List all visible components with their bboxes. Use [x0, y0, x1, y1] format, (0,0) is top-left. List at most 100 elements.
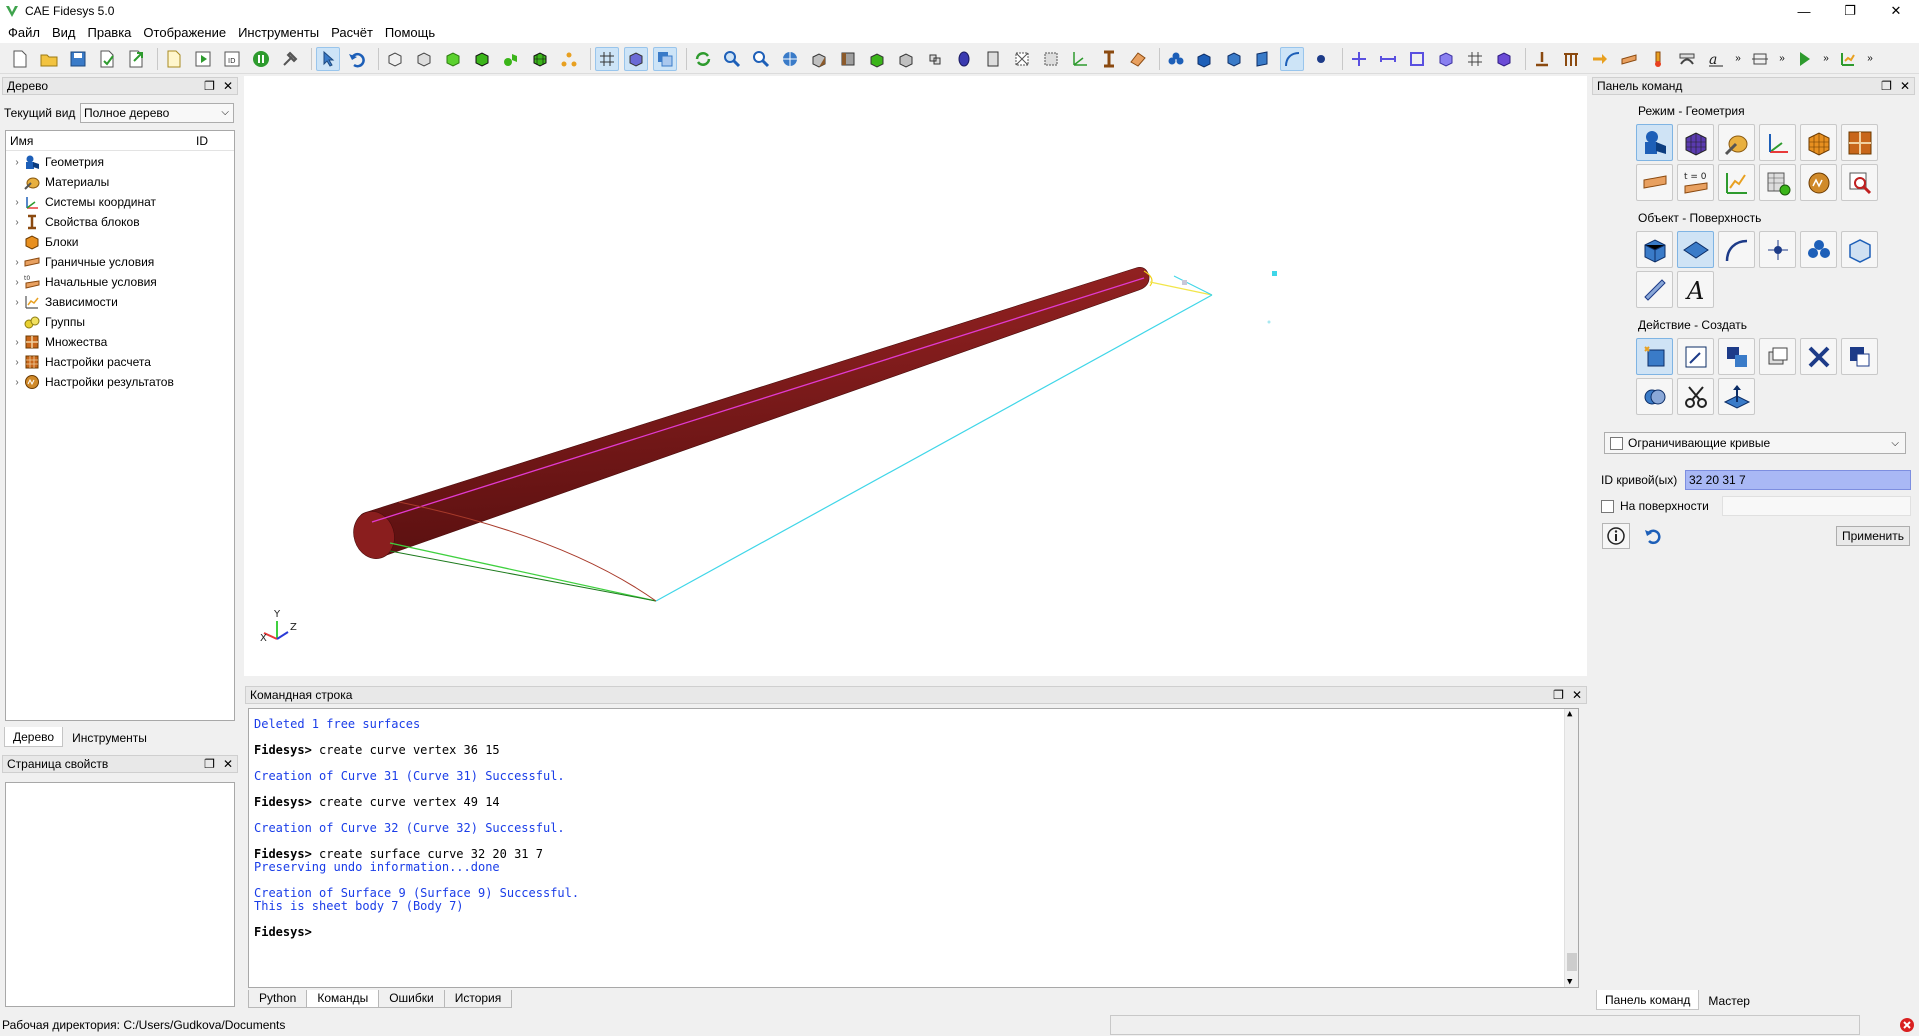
toolbar-overflow-icon[interactable]: »	[1733, 47, 1743, 71]
on-surface-checkbox[interactable]	[1601, 499, 1614, 513]
float-icon[interactable]: ❐	[1881, 79, 1892, 93]
dimension-icon[interactable]	[1748, 47, 1772, 71]
mode-mesh-button[interactable]	[1677, 124, 1714, 161]
object-group-button[interactable]	[1841, 231, 1878, 268]
view-bottom-icon[interactable]	[952, 47, 976, 71]
tree-item-block-properties[interactable]: › Свойства блоков	[6, 212, 234, 232]
axes-toggle-icon[interactable]	[1068, 47, 1092, 71]
object-surface-button[interactable]	[1677, 231, 1714, 268]
heat-flux-icon[interactable]	[1675, 47, 1699, 71]
run-calculation-icon[interactable]	[1792, 47, 1816, 71]
mode-boundary-button[interactable]	[1636, 164, 1673, 201]
fit-view-icon[interactable]	[778, 47, 802, 71]
surface-icon[interactable]	[1251, 47, 1275, 71]
restore-button[interactable]: ❐	[1827, 0, 1873, 22]
close-button[interactable]: ✕	[1873, 0, 1919, 22]
tree-item-geometry[interactable]: › Геометрия	[6, 152, 234, 172]
mode-geometry-button[interactable]	[1636, 124, 1673, 161]
menu-calculation[interactable]: Расчёт	[325, 22, 379, 43]
mesh-grid-icon[interactable]	[1463, 47, 1487, 71]
refresh-icon[interactable]	[691, 47, 715, 71]
mode-blocks-button[interactable]	[1800, 124, 1837, 161]
temperature-icon[interactable]	[1646, 47, 1670, 71]
shaded-edges-cube-icon[interactable]	[470, 47, 494, 71]
results-icon[interactable]	[1836, 47, 1860, 71]
curve-id-input[interactable]: 32 20 31 7	[1685, 470, 1911, 490]
tree-item-blocks[interactable]: Блоки	[6, 232, 234, 252]
pipe-body[interactable]	[355, 267, 1150, 559]
volume-element-icon[interactable]	[1434, 47, 1458, 71]
action-delete-button[interactable]	[1800, 338, 1837, 375]
vertex-icon[interactable]	[1309, 47, 1333, 71]
save-icon[interactable]	[66, 47, 90, 71]
on-surface-input[interactable]	[1721, 496, 1911, 516]
float-icon[interactable]: ❐	[204, 79, 215, 93]
close-icon[interactable]: ✕	[223, 79, 233, 93]
pipe-seam-curve[interactable]	[371, 277, 1145, 523]
action-modify-button[interactable]	[1677, 338, 1714, 375]
expand-arrow-icon[interactable]: ›	[10, 197, 24, 208]
command-entry[interactable]: Fidesys>	[254, 925, 312, 939]
reset-button[interactable]	[1638, 523, 1666, 549]
transparency-icon[interactable]	[653, 46, 677, 71]
tree-item-dependencies[interactable]: › Зависимости	[6, 292, 234, 312]
toolbar-overflow-4-icon[interactable]: »	[1865, 47, 1875, 71]
hex-element-icon[interactable]	[1492, 47, 1516, 71]
action-copy-button[interactable]	[1759, 338, 1796, 375]
bodies-icon[interactable]	[1193, 47, 1217, 71]
clip-plane-icon[interactable]	[1010, 47, 1034, 71]
mode-coordinates-button[interactable]	[1759, 124, 1796, 161]
object-vertex-button[interactable]	[1759, 231, 1796, 268]
undo-icon[interactable]	[345, 47, 369, 71]
green-curve-top[interactable]	[389, 542, 657, 602]
close-icon[interactable]: ✕	[223, 757, 233, 771]
menu-display[interactable]: Отображение	[137, 22, 232, 43]
cyan-curve-short[interactable]	[1173, 275, 1213, 296]
object-curve-button[interactable]	[1718, 231, 1755, 268]
apply-button[interactable]: Применить	[1836, 526, 1910, 546]
3d-viewport[interactable]: Y X Z	[244, 76, 1587, 676]
command-output[interactable]: Deleted 1 free surfaces Fidesys> create c…	[248, 708, 1579, 988]
grid-icon[interactable]	[595, 46, 619, 71]
action-cut-button[interactable]	[1677, 378, 1714, 415]
float-icon[interactable]: ❐	[1553, 688, 1564, 702]
expand-arrow-icon[interactable]: ›	[10, 357, 24, 368]
tab-command-panel[interactable]: Панель команд	[1596, 990, 1700, 1010]
view-back-icon[interactable]	[981, 47, 1005, 71]
shaded-cube-icon[interactable]	[441, 47, 465, 71]
mode-sets-button[interactable]	[1841, 124, 1878, 161]
column-id[interactable]: ID	[196, 134, 226, 148]
nodes-icon[interactable]	[557, 47, 581, 71]
new-file-icon[interactable]	[8, 47, 32, 71]
fixed-constraint-icon[interactable]	[1530, 47, 1554, 71]
tab-errors[interactable]: Ошибки	[378, 990, 445, 1008]
tab-python[interactable]: Python	[248, 990, 308, 1008]
action-split-button[interactable]	[1841, 338, 1878, 375]
action-imprint-button[interactable]	[1636, 378, 1673, 415]
mode-materials-button[interactable]	[1718, 124, 1755, 161]
mode-initial-button[interactable]: t = 0	[1677, 164, 1714, 201]
zoom-out-icon[interactable]	[749, 47, 773, 71]
volume-cube-icon[interactable]	[1222, 47, 1246, 71]
pressure-icon[interactable]	[1617, 47, 1641, 71]
tree-item-materials[interactable]: Материалы	[6, 172, 234, 192]
view-top-icon[interactable]	[865, 47, 889, 71]
menu-file[interactable]: Файл	[2, 22, 46, 43]
scroll-up-icon[interactable]: ▲	[1567, 709, 1572, 719]
script-id-icon[interactable]: ID	[220, 47, 244, 71]
object-body-button[interactable]	[1800, 231, 1837, 268]
expand-arrow-icon[interactable]: ›	[10, 277, 24, 288]
tree-item-coordinate-systems[interactable]: › Системы координат	[6, 192, 234, 212]
yellow-edge-curve[interactable]	[1149, 281, 1213, 296]
eraser-icon[interactable]	[1126, 47, 1150, 71]
export-icon[interactable]	[124, 47, 148, 71]
pause-icon[interactable]	[249, 47, 273, 71]
bounding-curves-checkbox[interactable]	[1610, 436, 1623, 450]
hammer-tools-icon[interactable]	[278, 47, 302, 71]
face-element-icon[interactable]	[1405, 47, 1429, 71]
expand-arrow-icon[interactable]: ›	[10, 377, 24, 388]
close-icon[interactable]: ✕	[1572, 688, 1582, 702]
tree-item-results-settings[interactable]: › Настройки результатов	[6, 372, 234, 392]
object-volume-button[interactable]	[1636, 231, 1673, 268]
tab-tools[interactable]: Инструменты	[63, 727, 156, 747]
